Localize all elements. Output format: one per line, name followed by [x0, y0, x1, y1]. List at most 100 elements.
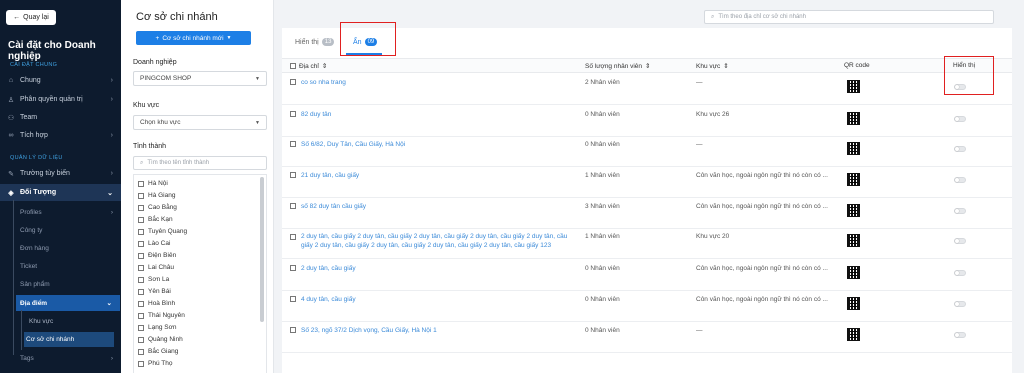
sidebar-sub-profiles[interactable]: Profiles ›: [20, 204, 121, 220]
province-item[interactable]: Tuyên Quang: [138, 226, 187, 237]
province-checkbox[interactable]: [138, 288, 144, 295]
sidebar-sub-orders[interactable]: Đơn hàng: [20, 240, 121, 256]
province-search-input[interactable]: ⌕ Tìm theo tên tỉnh thành: [133, 156, 267, 170]
province-item[interactable]: Lào Cai: [138, 238, 170, 249]
province-item[interactable]: Cao Bằng: [138, 202, 177, 213]
province-checkbox[interactable]: [138, 192, 144, 199]
address-link[interactable]: co so nha trang: [301, 78, 571, 87]
visibility-toggle[interactable]: [954, 332, 966, 338]
province-item[interactable]: Thái Nguyên: [138, 310, 185, 321]
qr-code-image[interactable]: [847, 80, 860, 93]
qr-code-image[interactable]: [847, 328, 860, 341]
address-link[interactable]: 82 duy tân: [301, 110, 571, 119]
sidebar-sub-locations[interactable]: Địa điểm ⌄: [16, 295, 120, 311]
row-checkbox[interactable]: [290, 111, 296, 117]
sidebar-item-objects[interactable]: ◈ Đối Tượng ⌄: [0, 184, 121, 201]
back-button[interactable]: ← Quay lại: [6, 10, 56, 25]
table-row[interactable]: Số 6/82, Duy Tân, Cầu Giấy, Hà Nội 0 Nhân…: [282, 136, 1012, 167]
province-item[interactable]: Bắc Giang: [138, 346, 178, 357]
address-link[interactable]: Số 23, ngõ 37/2 Dịch vọng, Cầu Giấy, Hà …: [301, 326, 571, 335]
visibility-toggle[interactable]: [954, 208, 966, 214]
row-checkbox[interactable]: [290, 234, 296, 240]
qr-code-image[interactable]: [847, 173, 860, 186]
row-checkbox[interactable]: [290, 203, 296, 209]
province-checkbox[interactable]: [138, 336, 144, 343]
province-item[interactable]: Yên Bái: [138, 286, 171, 297]
address-link[interactable]: 2 duy tân, cầu giấy 2 duy tân, cầu giấy …: [301, 232, 571, 250]
qr-code-image[interactable]: [847, 142, 860, 155]
tab-visible[interactable]: Hiển thị 13: [295, 38, 335, 46]
province-checkbox[interactable]: [138, 252, 144, 259]
sidebar-sub-ticket[interactable]: Ticket: [20, 258, 121, 274]
table-row[interactable]: 2 duy tân, cầu giấy 2 duy tân, cầu giấy …: [282, 228, 1012, 259]
visibility-toggle[interactable]: [954, 301, 966, 307]
visibility-toggle[interactable]: [954, 146, 966, 152]
qr-code-image[interactable]: [847, 204, 860, 217]
province-checkbox[interactable]: [138, 180, 144, 187]
province-item[interactable]: Lai Châu: [138, 262, 174, 273]
table-row[interactable]: số 82 duy tân cầu giấy 3 Nhân viên Côn văn…: [282, 198, 1012, 229]
sidebar-item-integration[interactable]: ∞ Tích hợp ›: [0, 127, 121, 144]
row-checkbox[interactable]: [290, 141, 296, 147]
qr-code-image[interactable]: [847, 297, 860, 310]
province-checkbox[interactable]: [138, 228, 144, 235]
row-checkbox[interactable]: [290, 296, 296, 302]
row-checkbox[interactable]: [290, 172, 296, 178]
province-checkbox[interactable]: [138, 312, 144, 319]
province-checkbox[interactable]: [138, 324, 144, 331]
province-checkbox[interactable]: [138, 240, 144, 247]
province-checkbox[interactable]: [138, 216, 144, 223]
province-checkbox[interactable]: [138, 204, 144, 211]
qr-code-image[interactable]: [847, 234, 860, 247]
sidebar-sub-company[interactable]: Công ty: [20, 222, 121, 238]
sidebar-item-permissions[interactable]: ♙ Phân quyền quản trị ›: [0, 91, 121, 108]
qr-code-image[interactable]: [847, 266, 860, 279]
province-item[interactable]: Điện Biên: [138, 250, 176, 261]
visibility-toggle[interactable]: [954, 84, 966, 90]
visibility-toggle[interactable]: [954, 270, 966, 276]
sidebar-sub-tags[interactable]: Tags ›: [20, 350, 121, 366]
header-staff[interactable]: Số lượng nhân viên ⇕: [585, 62, 651, 71]
region-select[interactable]: Chọn khu vực ▼: [133, 115, 267, 130]
table-row[interactable]: Số 23, ngõ 37/2 Dịch vọng, Cầu Giấy, Hà …: [282, 322, 1012, 353]
business-select[interactable]: PINGCOM SHOP ▼: [133, 71, 267, 86]
sidebar-sub-regions[interactable]: Khu vực: [27, 314, 117, 329]
sidebar-item-custom-fields[interactable]: ✎ Trường tùy biến ›: [0, 165, 121, 182]
table-row[interactable]: co so nha trang 2 Nhân viên —: [282, 74, 1012, 105]
province-item[interactable]: Sơn La: [138, 274, 169, 285]
address-link[interactable]: Số 6/82, Duy Tân, Cầu Giấy, Hà Nội: [301, 140, 571, 149]
visibility-toggle[interactable]: [954, 116, 966, 122]
address-link[interactable]: 4 duy tân, cầu giấy: [301, 295, 571, 304]
province-item[interactable]: Lạng Sơn: [138, 322, 176, 333]
sidebar-sub-branches[interactable]: Cơ sở chi nhánh: [24, 332, 114, 347]
province-item[interactable]: Hà Giang: [138, 190, 175, 201]
table-row[interactable]: 2 duy tân, cầu giấy 0 Nhân viên Côn văn họ…: [282, 260, 1012, 291]
table-row[interactable]: 4 duy tân, cầu giấy 0 Nhân viên Côn văn họ…: [282, 291, 1012, 322]
sidebar-sub-products[interactable]: Sản phẩm: [20, 276, 121, 292]
province-item[interactable]: Phú Thọ: [138, 358, 172, 369]
visibility-toggle[interactable]: [954, 238, 966, 244]
table-row[interactable]: 21 duy tân, cầu giấy 1 Nhân viên Côn văn h…: [282, 167, 1012, 198]
table-row[interactable]: 82 duy tân 0 Nhân viên Khu vực 26: [282, 106, 1012, 137]
sidebar-item-chung[interactable]: ⌂ Chung ›: [0, 72, 121, 89]
visibility-toggle[interactable]: [954, 177, 966, 183]
province-item[interactable]: Bắc Kạn: [138, 214, 173, 225]
province-checkbox[interactable]: [138, 348, 144, 355]
row-checkbox[interactable]: [290, 327, 296, 333]
row-checkbox[interactable]: [290, 265, 296, 271]
address-search-input[interactable]: ⌕ Tìm theo địa chỉ cơ sở chi nhánh: [704, 10, 994, 24]
province-item[interactable]: Hà Nội: [138, 178, 168, 189]
province-checkbox[interactable]: [138, 300, 144, 307]
province-item[interactable]: Quảng Ninh: [138, 334, 183, 345]
address-link[interactable]: 21 duy tân, cầu giấy: [301, 171, 571, 180]
province-checkbox[interactable]: [138, 360, 144, 367]
address-link[interactable]: 2 duy tân, cầu giấy: [301, 264, 571, 273]
province-scrollbar[interactable]: [260, 177, 264, 322]
select-all-checkbox[interactable]: [290, 63, 296, 69]
row-checkbox[interactable]: [290, 79, 296, 85]
header-region[interactable]: Khu vực ⇕: [696, 62, 729, 71]
province-checkbox[interactable]: [138, 264, 144, 271]
header-address[interactable]: Địa chỉ ⇕: [290, 62, 327, 70]
qr-code-image[interactable]: [847, 112, 860, 125]
province-item[interactable]: Hoà Bình: [138, 298, 175, 309]
